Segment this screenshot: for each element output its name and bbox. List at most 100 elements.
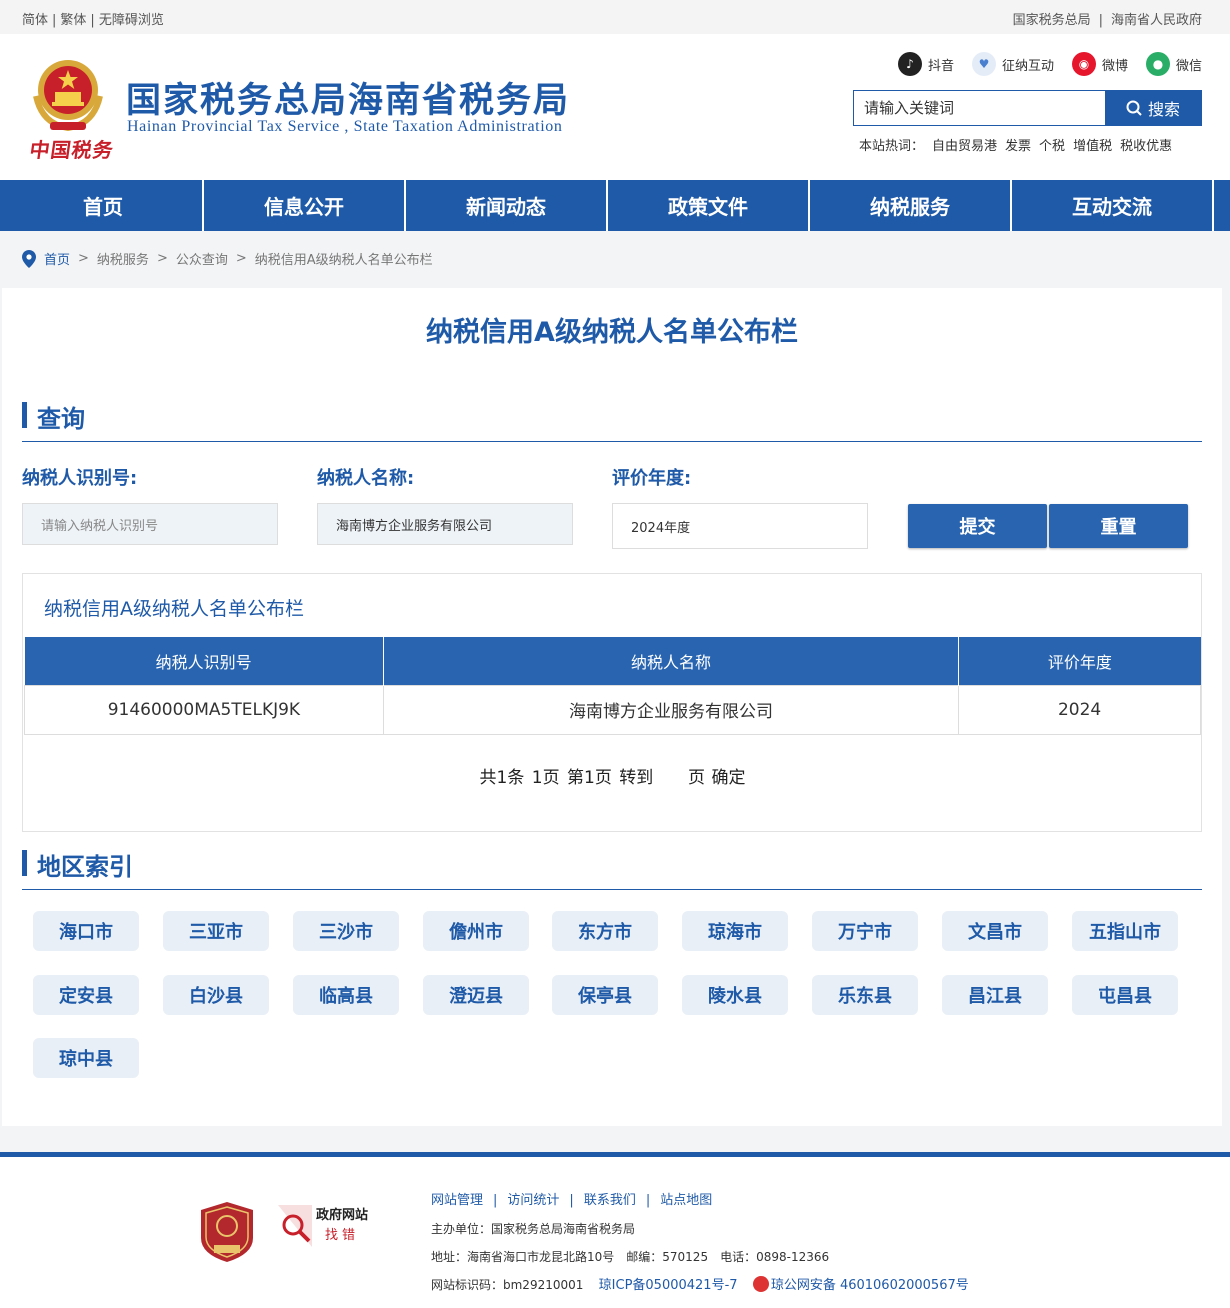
region-qionghai[interactable]: 琼海市 xyxy=(682,911,788,951)
hot-word[interactable]: 发票 xyxy=(1005,135,1031,154)
search-icon xyxy=(1126,100,1142,116)
accessible-link[interactable]: 无障碍浏览 xyxy=(99,13,164,28)
nav-home[interactable]: 首页 xyxy=(2,180,204,231)
page-unit: 页 xyxy=(688,768,706,788)
region-haikou[interactable]: 海口市 xyxy=(33,911,139,951)
footer-registration: 网站标识码：bm29210001 琼ICP备05000421号-7 琼公网安备 … xyxy=(431,1271,969,1300)
party-gov-badge-icon[interactable] xyxy=(201,1202,253,1262)
sta-link[interactable]: 国家税务总局 xyxy=(1013,13,1091,28)
nav-policy[interactable]: 政策文件 xyxy=(608,180,810,231)
site-footer: 政府网站 找错 网站管理 | 访问统计 | 联系我们 | 站点地图 主办单位：国家税务总局海… xyxy=(0,1152,1230,1308)
region-dongfang[interactable]: 东方市 xyxy=(552,911,658,951)
region-baisha[interactable]: 白沙县 xyxy=(163,975,269,1015)
total-count: 共1条 xyxy=(479,768,525,788)
gov-website-line2: 找错 xyxy=(325,1228,360,1243)
hot-word[interactable]: 自由贸易港 xyxy=(932,135,997,154)
seal-text: 中国税务 xyxy=(28,138,116,162)
simplified-link[interactable]: 简体 xyxy=(22,13,48,28)
results-panel: 纳税信用A级纳税人名单公布栏 纳税人识别号 纳税人名称 评价年度 9146000… xyxy=(22,573,1202,832)
hot-word[interactable]: 个税 xyxy=(1039,135,1065,154)
site-subtitle: Hainan Provincial Tax Service , State Ta… xyxy=(127,118,563,135)
police-badge-icon xyxy=(752,1276,769,1292)
social-wechat[interactable]: ● 微信 xyxy=(1145,52,1202,76)
region-ledong[interactable]: 乐东县 xyxy=(812,975,918,1015)
pagination: 共1条 1页 第1页 转到 页 确定 xyxy=(23,763,1201,788)
icp-link[interactable]: 琼ICP备05000421号-7 xyxy=(599,1278,738,1293)
query-section-header: 查询 xyxy=(22,402,1202,442)
region-lingao[interactable]: 临高县 xyxy=(293,975,399,1015)
region-lingshui[interactable]: 陵水县 xyxy=(682,975,788,1015)
wechat-icon: ● xyxy=(1145,52,1170,76)
footer-link[interactable]: 站点地图 xyxy=(660,1193,712,1208)
search-input[interactable] xyxy=(854,91,1105,125)
social-douyin[interactable]: ♪ 抖音 xyxy=(897,52,954,76)
taxpayer-id-cell: 91460000MA5TELKJ9K xyxy=(24,684,384,735)
taxpayer-id-input[interactable]: 请输入纳税人识别号 xyxy=(22,503,278,545)
social-label: 微信 xyxy=(1175,58,1202,74)
footer-address: 地址：海南省海口市龙昆北路10号 邮编：570125 电话：0898-12366 xyxy=(431,1250,830,1264)
traditional-link[interactable]: 繁体 xyxy=(60,13,86,28)
nav-tax-service[interactable]: 纳税服务 xyxy=(810,180,1012,231)
reset-button[interactable]: 重置 xyxy=(1049,504,1188,548)
current-page: 第1页 xyxy=(567,768,612,788)
section-bar xyxy=(22,402,27,428)
region-wanning[interactable]: 万宁市 xyxy=(812,911,918,951)
region-sanya[interactable]: 三亚市 xyxy=(163,911,269,951)
taxpayer-name-input[interactable]: 海南博方企业服务有限公司 xyxy=(317,503,573,545)
site-title[interactable]: 国家税务总局海南省税务局 xyxy=(126,72,570,123)
results-table: 纳税人识别号 纳税人名称 评价年度 91460000MA5TELKJ9K 海南博… xyxy=(24,637,1201,735)
douyin-icon: ♪ xyxy=(897,52,922,76)
weibo-icon: ◉ xyxy=(1071,52,1096,76)
evaluation-year-cell: 2024 xyxy=(958,684,1201,735)
region-sansha[interactable]: 三沙市 xyxy=(293,911,399,951)
table-row: 91460000MA5TELKJ9K 海南博方企业服务有限公司 2024 xyxy=(24,684,1201,735)
social-interaction[interactable]: ♥ 征纳互动 xyxy=(971,52,1054,76)
footer-link[interactable]: 网站管理 xyxy=(431,1193,483,1208)
social-label: 抖音 xyxy=(927,58,954,74)
police-record-link[interactable]: 琼公网安备 46010602000567号 xyxy=(771,1278,969,1293)
magnifier-icon xyxy=(278,1205,312,1247)
search-button[interactable]: 搜索 xyxy=(1105,91,1201,125)
nav-interaction[interactable]: 互动交流 xyxy=(1012,180,1214,231)
region-danzhou[interactable]: 儋州市 xyxy=(423,911,529,951)
confirm-button[interactable]: 确定 xyxy=(711,768,745,788)
footer-host: 主办单位：国家税务总局海南省税务局 xyxy=(431,1222,636,1236)
region-changjiang[interactable]: 昌江县 xyxy=(942,975,1048,1015)
breadcrumb-home[interactable]: 首页 xyxy=(44,249,70,268)
submit-button[interactable]: 提交 xyxy=(908,504,1047,548)
footer-info: 网站管理 | 访问统计 | 联系我们 | 站点地图 主办单位：国家税务总局海南省税务局 地址… xyxy=(431,1187,969,1300)
column-header: 纳税人识别号 xyxy=(24,637,384,685)
breadcrumb-public-query[interactable]: 公众查询 xyxy=(176,249,228,268)
social-label: 征纳互动 xyxy=(1001,58,1054,74)
footer-link[interactable]: 联系我们 xyxy=(584,1193,636,1208)
table-header-row: 纳税人识别号 纳税人名称 评价年度 xyxy=(24,637,1201,685)
gov-website-error-report[interactable]: 政府网站 找错 xyxy=(278,1205,368,1247)
region-tunchang[interactable]: 屯昌县 xyxy=(1072,975,1178,1015)
social-weibo[interactable]: ◉ 微博 xyxy=(1071,52,1128,76)
nav-info-disclosure[interactable]: 信息公开 xyxy=(204,180,406,231)
nav-news[interactable]: 新闻动态 xyxy=(406,180,608,231)
footer-link[interactable]: 访问统计 xyxy=(507,1193,559,1208)
main-nav: 首页 信息公开 新闻动态 政策文件 纳税服务 互动交流 xyxy=(0,180,1230,231)
region-chengmai[interactable]: 澄迈县 xyxy=(423,975,529,1015)
external-links: 国家税务总局 | 海南省人民政府 xyxy=(1013,9,1202,28)
evaluation-year-label: 评价年度: xyxy=(612,468,692,489)
language-switch: 简体 | 繁体 | 无障碍浏览 xyxy=(22,9,164,28)
region-dingan[interactable]: 定安县 xyxy=(33,975,139,1015)
breadcrumb-tax-service[interactable]: 纳税服务 xyxy=(97,249,149,268)
hot-word[interactable]: 税收优惠 xyxy=(1120,135,1172,154)
breadcrumb-current[interactable]: 纳税信用A级纳税人名单公布栏 xyxy=(255,249,433,268)
gov-website-text: 政府网站 找错 xyxy=(316,1206,368,1246)
search-button-label: 搜索 xyxy=(1147,102,1180,119)
region-wuzhishan[interactable]: 五指山市 xyxy=(1072,911,1178,951)
divider: | xyxy=(1098,13,1103,28)
region-wenchang[interactable]: 文昌市 xyxy=(942,911,1048,951)
hot-word[interactable]: 增值税 xyxy=(1073,135,1112,154)
location-pin-icon xyxy=(22,249,36,268)
region-qiongzhong[interactable]: 琼中县 xyxy=(33,1038,139,1078)
region-baoting[interactable]: 保亭县 xyxy=(552,975,658,1015)
hainan-gov-link[interactable]: 海南省人民政府 xyxy=(1111,13,1202,28)
hot-words: 本站热词： 自由贸易港 发票 个税 增值税 税收优惠 xyxy=(859,135,1172,154)
evaluation-year-select[interactable]: 2024年度 xyxy=(612,503,868,549)
regions-section-header: 地区索引 xyxy=(22,850,1202,890)
